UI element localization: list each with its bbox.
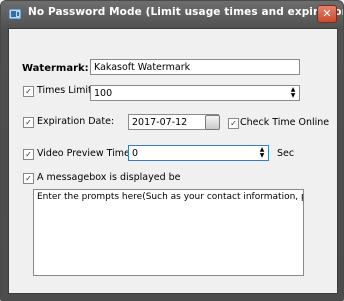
times-limit-checkbox[interactable]: ✓	[23, 86, 34, 97]
video-preview-input[interactable]: 0 ▲ ▼	[128, 145, 269, 161]
check-time-online-label: Check Time Online	[240, 117, 330, 128]
window-title: No Password Mode (Limit usage times and …	[28, 6, 344, 18]
title-bar[interactable]: No Password Mode (Limit usage times and …	[1, 1, 343, 27]
watermark-input[interactable]: Kakasoft Watermark	[90, 59, 300, 75]
app-icon	[8, 8, 22, 20]
expiration-date-checkbox[interactable]: ✓	[23, 117, 34, 128]
messagebox-text: Enter the prompts here(Such as your cont…	[37, 192, 303, 202]
watermark-label: Watermark:	[22, 63, 89, 74]
dialog-body: Watermark: Kakasoft Watermark ✓ Times Li…	[8, 28, 338, 294]
dialog-window: No Password Mode (Limit usage times and …	[0, 0, 344, 301]
expiration-date-value: 2017-07-12	[132, 117, 188, 128]
messagebox-label: A messagebox is displayed be	[37, 172, 181, 183]
video-preview-value: 0	[132, 148, 139, 159]
spin-arrows-icon[interactable]: ▲ ▼	[258, 147, 266, 160]
times-limit-input[interactable]: 100 ▲ ▼	[90, 85, 300, 101]
times-limit-value: 100	[94, 88, 113, 99]
check-time-online-checkbox[interactable]: ✓	[228, 118, 239, 129]
spin-arrows-icon[interactable]: ▲ ▼	[289, 87, 297, 100]
close-button[interactable]: ✕	[317, 5, 337, 23]
calendar-icon[interactable]	[205, 115, 220, 130]
close-icon: ✕	[322, 7, 332, 20]
video-preview-checkbox[interactable]: ✓	[23, 149, 34, 160]
expiration-date-label: Expiration Date:	[37, 116, 115, 127]
times-limit-label: Times Limit:	[37, 85, 95, 96]
messagebox-checkbox[interactable]: ✓	[23, 173, 34, 184]
video-preview-label: Video Preview Time:	[37, 148, 134, 159]
video-preview-unit: Sec	[277, 148, 295, 159]
messagebox-textarea[interactable]: Enter the prompts here(Such as your cont…	[33, 189, 304, 276]
